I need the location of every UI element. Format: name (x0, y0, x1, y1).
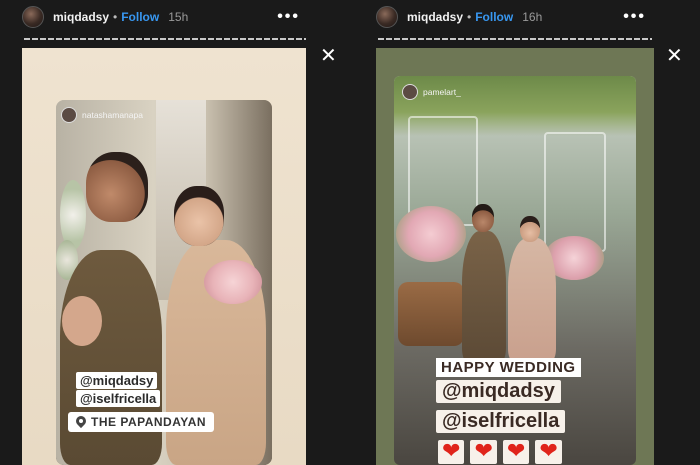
photo-groom-suit (60, 250, 162, 465)
mention-sticker[interactable]: @miqdadsy (76, 372, 158, 389)
mention-sticker[interactable]: @iselfricella (76, 390, 161, 407)
photo-bride-dress (508, 238, 556, 361)
follow-button[interactable]: Follow (475, 10, 513, 24)
photo-bride-head (520, 216, 540, 242)
photo-sofa (398, 282, 464, 346)
repost-username: natashamanapa (82, 110, 143, 120)
mention-sticker[interactable]: @iselfricella (436, 410, 566, 433)
heart-icon: ❤ (470, 440, 497, 464)
more-options-icon[interactable]: ••• (277, 8, 300, 26)
story-time: 15h (168, 10, 189, 24)
follow-button[interactable]: Follow (121, 10, 159, 24)
greeting-text: HAPPY WEDDING (436, 358, 581, 377)
story-media[interactable]: pamelart_ HAPPY WEDDING @miqdadsy @iself… (376, 48, 654, 465)
reposted-photo: natashamanapa @miqdadsy @iselfricella TH… (56, 100, 272, 465)
story-header: miqdadsy • Follow 16h ••• (376, 4, 654, 30)
photo-groom-hand (62, 296, 102, 346)
heart-icon: ❤ (502, 440, 530, 464)
location-label: THE PAPANDAYAN (91, 415, 207, 429)
avatar[interactable] (376, 6, 398, 28)
story-card-right[interactable]: miqdadsy • Follow 16h ••• pamelart_ HAPP… (376, 0, 654, 465)
photo-bride-head (174, 186, 224, 246)
heart-icon: ❤ (438, 440, 465, 464)
photo-decor-frame (544, 132, 606, 252)
story-progress-bar (24, 38, 306, 40)
photo-groom-head (86, 152, 148, 222)
repost-tag[interactable]: pamelart_ (402, 84, 461, 100)
photo-bouquet (204, 260, 262, 304)
mention-sticker[interactable]: @miqdadsy (436, 380, 561, 403)
username[interactable]: miqdadsy (53, 10, 109, 24)
location-pin-icon (76, 416, 86, 429)
photo-flowers (396, 206, 466, 262)
reposted-photo: pamelart_ HAPPY WEDDING @miqdadsy @iself… (394, 76, 636, 465)
more-options-icon[interactable]: ••• (623, 8, 646, 26)
repost-avatar (61, 107, 77, 123)
username[interactable]: miqdadsy (407, 10, 463, 24)
heart-icon: ❤ (535, 440, 562, 464)
story-media[interactable]: natashamanapa @miqdadsy @iselfricella TH… (22, 48, 306, 465)
photo-groom-suit (462, 231, 506, 361)
close-icon[interactable]: ✕ (320, 46, 337, 66)
location-sticker[interactable]: THE PAPANDAYAN (68, 412, 215, 432)
story-header: miqdadsy • Follow 15h ••• (22, 4, 308, 30)
avatar[interactable] (22, 6, 44, 28)
separator-dot: • (113, 10, 118, 24)
repost-username: pamelart_ (423, 87, 461, 97)
repost-tag[interactable]: natashamanapa (61, 107, 143, 123)
repost-avatar (402, 84, 418, 100)
photo-groom-head (472, 204, 494, 232)
separator-dot: • (467, 10, 472, 24)
heart-stickers: ❤ ❤ ❤ ❤ (438, 440, 562, 464)
story-progress-bar (378, 38, 652, 40)
story-time: 16h (522, 10, 543, 24)
story-card-left[interactable]: miqdadsy • Follow 15h ••• natashamanapa (22, 0, 308, 465)
close-icon[interactable]: ✕ (666, 46, 683, 66)
